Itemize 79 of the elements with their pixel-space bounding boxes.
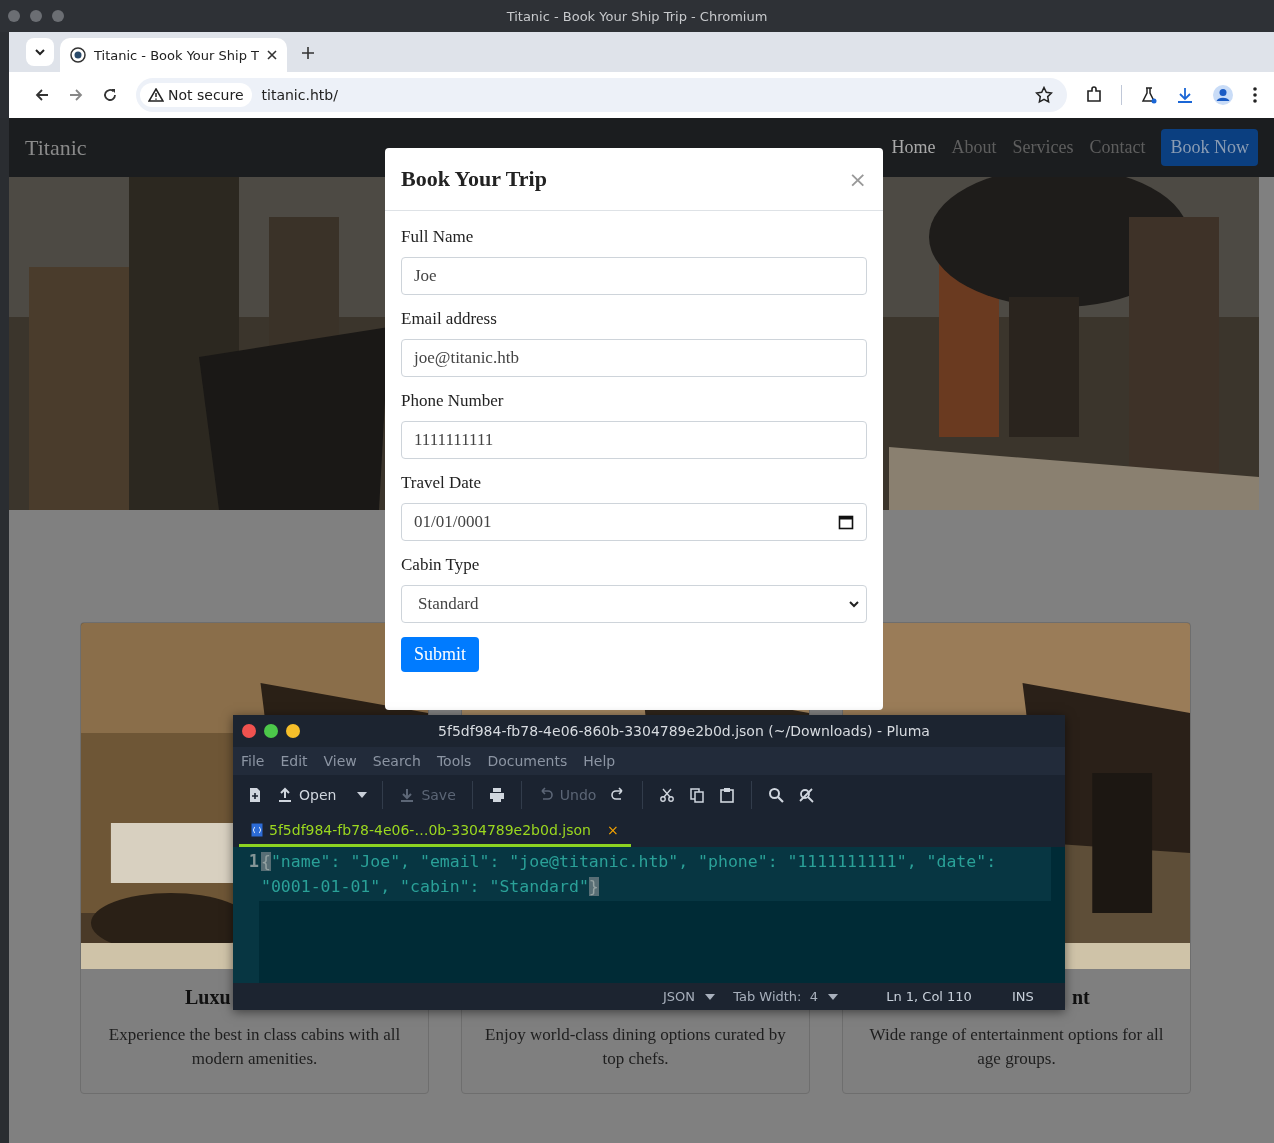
- warning-icon: [148, 88, 164, 102]
- menu-item[interactable]: View: [323, 753, 357, 769]
- security-chip[interactable]: Not secure: [140, 83, 252, 107]
- tab-width-dropdown[interactable]: Tab Width: 4: [733, 989, 839, 1004]
- profile-icon[interactable]: [1212, 84, 1234, 106]
- window-title: Titanic - Book Your Ship Trip - Chromium: [505, 8, 769, 24]
- window-control-icon[interactable]: [52, 10, 64, 22]
- upload-icon: [277, 787, 293, 803]
- card-text: Enjoy world-class dining options curated by top chefs.: [484, 1024, 787, 1070]
- input-field[interactable]: joe@titanic.htb: [401, 339, 867, 377]
- dialog-title: Book Your Trip: [401, 166, 547, 192]
- open-button[interactable]: Open: [275, 785, 339, 805]
- globe-icon: [70, 47, 86, 63]
- printer-icon: [488, 787, 505, 803]
- chevron-icon: [848, 599, 860, 609]
- input-field[interactable]: 1111111111: [401, 421, 867, 459]
- site-brand[interactable]: Titanic: [25, 134, 87, 161]
- line-number: 1: [248, 850, 259, 873]
- caret-icon[interactable]: [356, 791, 369, 799]
- menu-icon[interactable]: [1252, 86, 1258, 104]
- menu-item[interactable]: File: [241, 753, 265, 769]
- cabin-select[interactable]: Standard: [401, 585, 867, 623]
- address-bar[interactable]: Not secure titanic.htb/: [136, 78, 1067, 112]
- card-text: Experience the best in class cabins with all modern amenities.: [107, 1024, 402, 1070]
- card-title: Luxu: [185, 986, 231, 1009]
- nav-link[interactable]: Services: [1012, 137, 1074, 158]
- bookmark-star-icon[interactable]: [1035, 86, 1053, 104]
- clipboard-icon: [719, 787, 736, 803]
- new-document-icon: [247, 787, 263, 803]
- book-now-button[interactable]: Book Now: [1161, 129, 1258, 166]
- window-control-icon[interactable]: [8, 10, 20, 22]
- forward-icon[interactable]: [68, 87, 84, 103]
- json-file-icon: [251, 823, 263, 837]
- language-dropdown[interactable]: JSON: [663, 989, 716, 1004]
- menu-item[interactable]: Tools: [436, 753, 472, 769]
- close-button[interactable]: ×: [848, 166, 867, 192]
- browser-tab[interactable]: Titanic - Book Your Ship T: [60, 38, 287, 72]
- chevron-icon: [34, 46, 46, 58]
- url-text: titanic.htb/: [261, 87, 339, 103]
- card-text: Wide range of entertainment options for all age groups.: [868, 1024, 1165, 1070]
- tab-search-button[interactable]: [26, 38, 54, 66]
- search-icon: [768, 787, 785, 803]
- caret-icon: [705, 993, 716, 1000]
- new-tab-icon[interactable]: [301, 46, 315, 60]
- insert-mode: INS: [1011, 989, 1034, 1004]
- submit-button[interactable]: Submit: [401, 637, 479, 672]
- field-label: Travel Date: [401, 473, 483, 493]
- menu-item[interactable]: Help: [583, 753, 616, 769]
- download-icon[interactable]: [1176, 86, 1194, 104]
- reload-icon[interactable]: [102, 87, 118, 103]
- extensions-icon[interactable]: [1085, 86, 1103, 104]
- menu-item[interactable]: Documents: [487, 753, 568, 769]
- tab-close-button[interactable]: ×: [606, 822, 619, 838]
- download-icon: [399, 787, 416, 803]
- field-label: Email address: [401, 309, 498, 329]
- calendar-icon[interactable]: [838, 514, 854, 530]
- caret-icon: [828, 993, 839, 1000]
- window-control-icon[interactable]: [30, 10, 42, 22]
- nav-link[interactable]: Contact: [1089, 137, 1146, 158]
- scissors-icon: [659, 787, 676, 803]
- maximize-icon[interactable]: [264, 724, 278, 738]
- window-title: 5f5df984-fb78-4e06-860b-3304789e2b0d.json (~/Downloads) - Pluma: [437, 723, 931, 739]
- copy-icon: [689, 787, 706, 803]
- card-title: nt: [1072, 986, 1090, 1009]
- cursor-position: Ln 1, Col 110: [886, 989, 972, 1004]
- field-label: Phone Number: [401, 391, 505, 411]
- menu-item[interactable]: Edit: [280, 753, 308, 769]
- nav-link[interactable]: Home: [891, 137, 936, 158]
- field-label: Cabin Type: [401, 555, 481, 575]
- replace-icon: [798, 787, 815, 803]
- close-icon[interactable]: [267, 50, 277, 60]
- minimize-icon[interactable]: [286, 724, 300, 738]
- field-label: Full Name: [401, 227, 475, 247]
- back-icon[interactable]: [34, 87, 50, 103]
- menu-item[interactable]: Search: [372, 753, 421, 769]
- date-field[interactable]: 01/01/0001: [401, 503, 867, 541]
- input-field[interactable]: Joe: [401, 257, 867, 295]
- flask-icon[interactable]: [1140, 86, 1158, 104]
- nav-link[interactable]: About: [951, 137, 997, 158]
